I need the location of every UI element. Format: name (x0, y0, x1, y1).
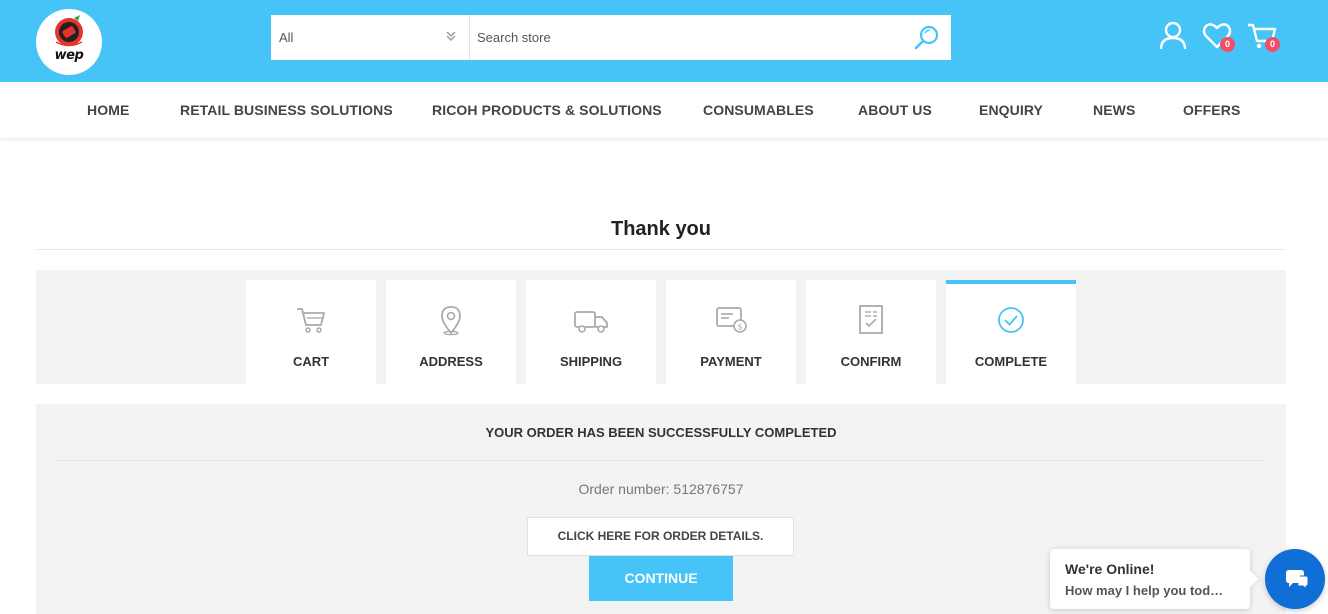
search-category-select[interactable]: All (271, 15, 470, 60)
nav-item-consumables[interactable]: CONSUMABLES (703, 102, 814, 118)
search-category-value: All (279, 30, 294, 45)
step-address[interactable]: ADDRESS (386, 280, 516, 384)
nav-item-home[interactable]: HOME (87, 102, 129, 118)
step-label: PAYMENT (700, 354, 762, 369)
step-payment[interactable]: $ PAYMENT (666, 280, 796, 384)
check-circle-icon (998, 307, 1024, 333)
step-label: CONFIRM (840, 354, 902, 369)
logo-wordmark: wep (54, 48, 84, 63)
continue-button[interactable]: CONTINUE (589, 556, 733, 601)
step-label: SHIPPING (559, 354, 623, 369)
chat-greeting-bubble[interactable]: We're Online! How may I help you tod… (1050, 549, 1259, 609)
chat-subtitle: How may I help you tod… (1065, 583, 1224, 598)
search-icon[interactable] (913, 24, 941, 52)
order-details-button[interactable]: CLICK HERE FOR ORDER DETAILS. (527, 517, 794, 556)
main-navigation: HOME RETAIL BUSINESS SOLUTIONS RICOH PRO… (0, 82, 1328, 138)
panel-divider (57, 460, 1265, 461)
map-pin-icon (441, 306, 461, 336)
step-label: COMPLETE (974, 354, 1048, 369)
step-label: ADDRESS (419, 354, 483, 369)
search-bar: All (271, 15, 951, 60)
nav-item-offers[interactable]: OFFERS (1183, 102, 1240, 118)
payment-card-icon: $ (716, 307, 747, 333)
svg-text:$: $ (737, 323, 742, 332)
nav-item-enquiry[interactable]: ENQUIRY (979, 102, 1043, 118)
search-input[interactable] (471, 15, 901, 60)
site-logo[interactable]: wep (36, 9, 102, 75)
order-success-heading: YOUR ORDER HAS BEEN SUCCESSFULLY COMPLET… (485, 425, 837, 440)
step-confirm[interactable]: CONFIRM (806, 280, 936, 384)
step-complete[interactable]: COMPLETE (946, 280, 1076, 384)
chat-launcher-button[interactable] (1265, 549, 1325, 609)
truck-icon (574, 311, 608, 333)
nav-item-news[interactable]: NEWS (1093, 102, 1135, 118)
step-shipping[interactable]: SHIPPING (526, 280, 656, 384)
cart-icon (297, 308, 325, 333)
site-header: wep All 0 0 (0, 0, 1328, 82)
step-label: CART (292, 354, 330, 369)
user-account-icon[interactable] (1157, 20, 1189, 52)
document-check-icon (859, 305, 883, 334)
nav-item-ricoh-products[interactable]: RICOH PRODUCTS & SOLUTIONS (432, 102, 662, 118)
nav-item-retail-business-solutions[interactable]: RETAIL BUSINESS SOLUTIONS (180, 102, 393, 118)
checkout-progress (36, 270, 1286, 384)
order-number: Order number: 512876757 (578, 481, 744, 497)
title-divider (36, 249, 1286, 250)
double-chevron-down-icon (446, 31, 456, 41)
page-title: Thank you (610, 218, 711, 240)
nav-item-about-us[interactable]: ABOUT US (858, 102, 932, 118)
logo-emblem-icon (55, 15, 83, 47)
step-cart[interactable]: CART (246, 280, 376, 384)
chat-title: We're Online! (1065, 561, 1155, 577)
wishlist-count-badge: 0 (1220, 37, 1235, 52)
chat-icon (1286, 570, 1309, 591)
cart-count-badge: 0 (1265, 37, 1280, 52)
